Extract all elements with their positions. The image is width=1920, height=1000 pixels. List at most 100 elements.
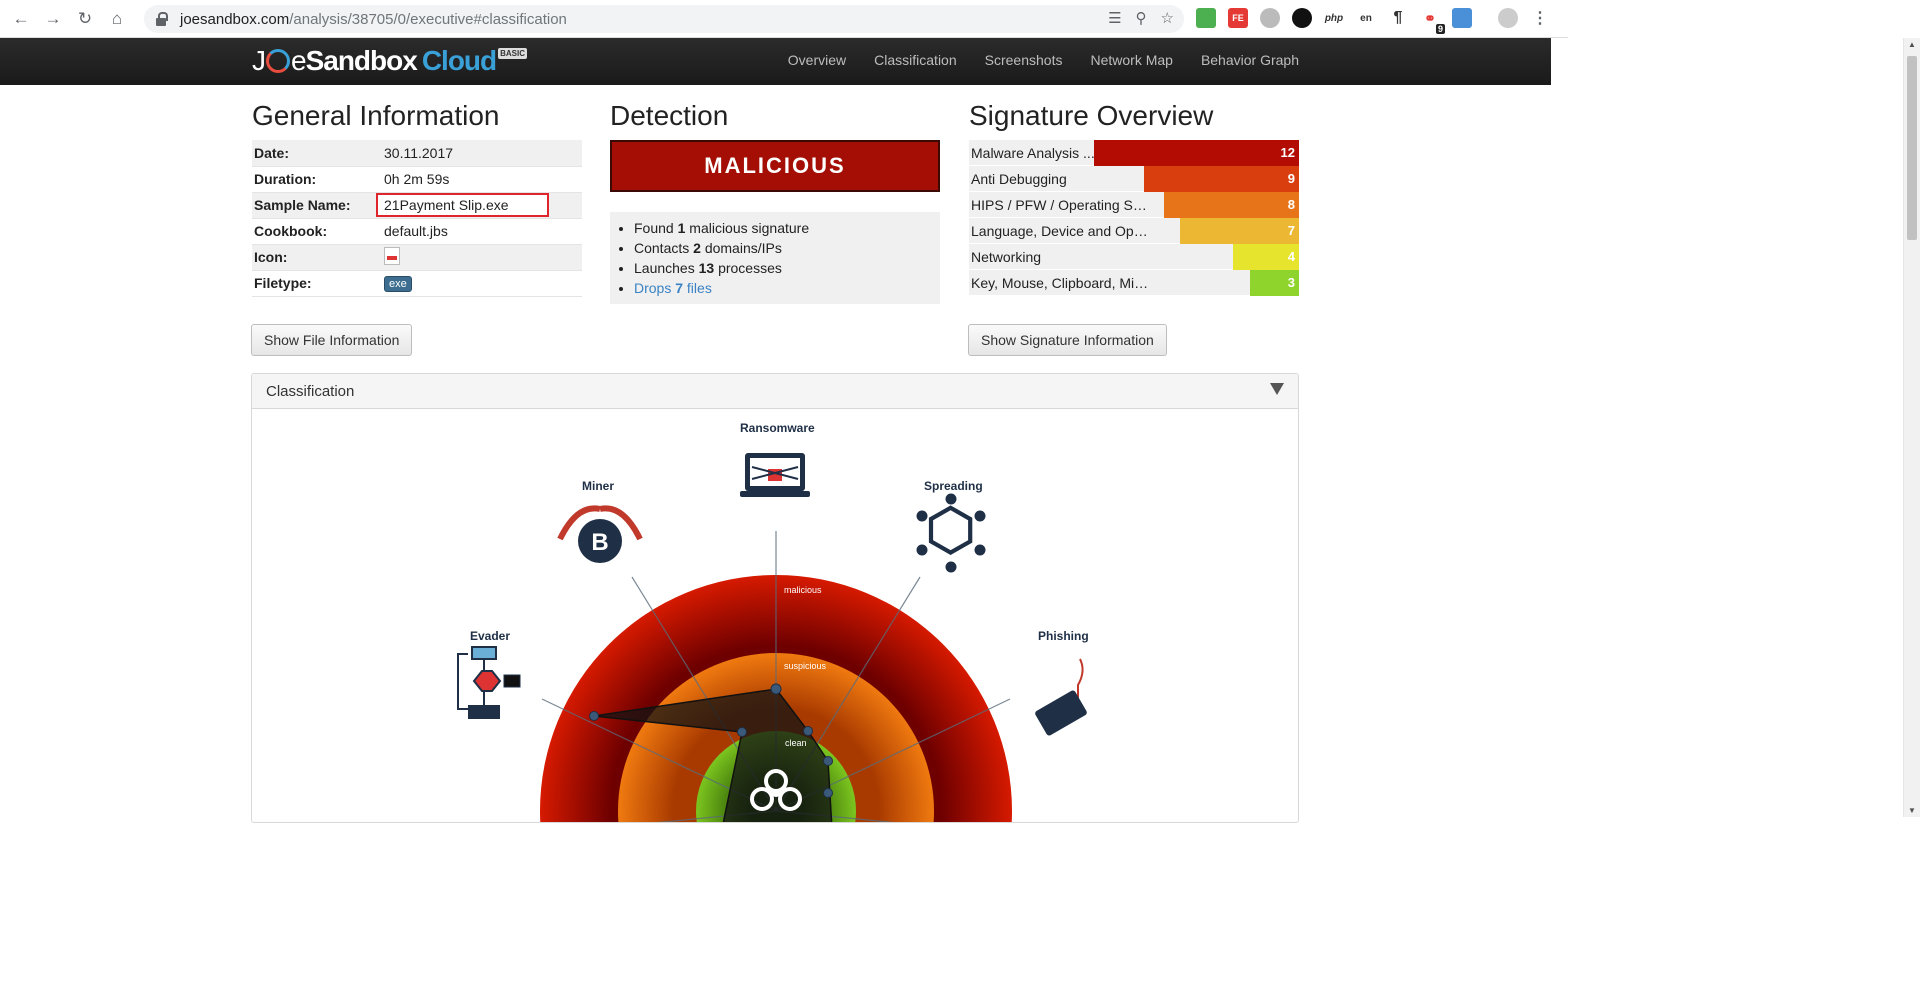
page-scrollbar[interactable]: ▲ ▼: [1903, 38, 1920, 817]
extension-google-icon[interactable]: [1196, 8, 1216, 28]
table-row: Filetype: exe: [252, 270, 582, 297]
scroll-thumb[interactable]: [1907, 56, 1917, 240]
reload-icon[interactable]: ↻: [72, 6, 98, 32]
show-signature-information-button[interactable]: Show Signature Information: [968, 324, 1167, 356]
duration-key: Duration:: [252, 166, 382, 193]
list-item: Launches 13 processes: [634, 258, 940, 278]
extension-badge-count: 9: [1435, 24, 1445, 34]
logo-sandbox: Sandbox: [305, 45, 418, 76]
forward-arrow-icon[interactable]: →: [40, 6, 66, 32]
miner-bitcoin-icon: B: [557, 505, 643, 563]
table-row: Cookbook: default.jbs: [252, 218, 582, 245]
date-value: 30.11.2017: [382, 140, 582, 167]
zoom-icon[interactable]: ⚲: [1136, 9, 1147, 27]
date-key: Date:: [252, 140, 382, 167]
detection-section: Detection MALICIOUS Found 1 malicious si…: [610, 100, 940, 304]
signature-label: Key, Mouse, Clipboard, Microphone and Sc…: [971, 275, 1151, 291]
detection-title: Detection: [610, 100, 729, 131]
nav-screenshots[interactable]: Screenshots: [985, 52, 1063, 68]
classification-radar: B: [457, 453, 1087, 822]
detect-text: domains/IPs: [700, 240, 782, 256]
extension-circle-icon[interactable]: [1292, 8, 1312, 28]
signature-row[interactable]: Malware Analysis ... 12: [969, 140, 1299, 166]
browser-toolbar: ← → ↻ ⌂ joesandbox.com/analysis/38705/0/…: [0, 0, 1568, 38]
logo-cloud: Cloud: [421, 45, 497, 76]
ransomware-label: Ransomware: [740, 421, 815, 435]
extension-pilcrow-icon[interactable]: ¶: [1388, 8, 1408, 28]
url-host: joesandbox.com: [180, 10, 290, 28]
home-icon[interactable]: ⌂: [104, 6, 130, 32]
scroll-down-arrow-icon[interactable]: ▼: [1908, 806, 1916, 815]
classification-graph: B Ransomware Miner Spreading Evader Phis…: [252, 409, 1298, 822]
detect-count: 2: [693, 240, 701, 256]
duration-value: 0h 2m 59s: [382, 166, 582, 193]
signature-label: Language, Device and Operating ...: [971, 223, 1151, 239]
nav-behavior-graph[interactable]: Behavior Graph: [1201, 52, 1299, 68]
miner-label: Miner: [582, 479, 615, 493]
detect-count: 13: [698, 260, 715, 276]
signature-count: 7: [1287, 223, 1295, 238]
joe-sandbox-logo[interactable]: Je Sandbox Cloud BASIC: [252, 45, 528, 76]
list-item: Contacts 2 domains/IPs: [634, 238, 940, 258]
bookmark-star-icon[interactable]: ☆: [1161, 9, 1174, 27]
extension-fe-icon[interactable]: FE: [1228, 8, 1248, 28]
nav-classification[interactable]: Classification: [874, 52, 956, 68]
evader-flow-icon: [457, 646, 521, 719]
sample-name-value: 21Payment Slip.exe: [376, 193, 549, 217]
signature-row[interactable]: Networking 4: [969, 244, 1299, 270]
logo-o-icon: [266, 49, 290, 73]
icon-key: Icon:: [252, 244, 382, 271]
extension-grid-icon[interactable]: [1452, 8, 1472, 28]
cookbook-value: default.jbs: [382, 218, 582, 245]
clean-ring-label: clean: [785, 738, 807, 748]
signature-row[interactable]: Language, Device and Operating ... 7: [969, 218, 1299, 244]
signature-bar: [1143, 166, 1299, 192]
extension-gear-icon[interactable]: [1260, 8, 1280, 28]
show-file-information-button[interactable]: Show File Information: [251, 324, 413, 356]
nav-network-map[interactable]: Network Map: [1090, 52, 1172, 68]
detect-text: malicious signature: [685, 220, 810, 236]
detect-text: Contacts: [634, 240, 694, 256]
address-bar[interactable]: joesandbox.com/analysis/38705/0/executiv…: [144, 5, 1184, 33]
general-information-title: General Information: [252, 100, 500, 131]
signature-list: Malware Analysis ... 12 Anti Debugging 9 HIP…: [969, 140, 1299, 296]
table-row: Date: 30.11.2017: [252, 140, 582, 167]
site-header: Je Sandbox Cloud BASIC Overview Classificat…: [0, 38, 1551, 85]
classification-panel-title: Classification: [266, 382, 355, 400]
signature-label: Networking: [971, 249, 1042, 265]
signature-label: Anti Debugging: [971, 171, 1067, 187]
signature-row[interactable]: HIPS / PFW / Operating Syste... 8: [969, 192, 1299, 218]
signature-label: HIPS / PFW / Operating Syste...: [971, 197, 1151, 213]
detect-text: processes: [714, 260, 782, 276]
extension-en-icon[interactable]: en: [1356, 8, 1376, 28]
drops-files-link[interactable]: Drops 7 files: [634, 280, 712, 296]
svg-text:B: B: [591, 529, 608, 556]
sample-name-key: Sample Name:: [252, 192, 382, 219]
signature-bar: [1180, 218, 1299, 244]
malicious-ring-label: malicious: [784, 585, 822, 595]
list-item: Drops 7 files: [634, 278, 940, 298]
verdict-badge: MALICIOUS: [610, 140, 940, 192]
translate-icon[interactable]: ☰: [1108, 9, 1121, 27]
nav-overview[interactable]: Overview: [788, 52, 846, 68]
scroll-up-arrow-icon[interactable]: ▲: [1908, 40, 1916, 49]
detect-text: Launches: [634, 260, 699, 276]
logo-e: e: [291, 45, 307, 76]
signature-row[interactable]: Anti Debugging 9: [969, 166, 1299, 192]
spreading-virus-icon: [916, 493, 986, 573]
back-arrow-icon[interactable]: ←: [8, 6, 34, 32]
profile-avatar-icon[interactable]: [1498, 8, 1518, 28]
classification-panel-header[interactable]: Classification: [252, 374, 1298, 409]
menu-icon[interactable]: ⋮: [1530, 8, 1550, 28]
extension-php-icon[interactable]: php: [1324, 8, 1344, 28]
filetype-badge: exe: [384, 276, 412, 292]
classification-panel: Classification B Ransomware Miner Spread…: [251, 373, 1299, 823]
extension-badge-icon[interactable]: ⚭ 9: [1420, 8, 1445, 34]
collapse-caret-icon[interactable]: [1270, 383, 1284, 395]
general-info-table: Date: 30.11.2017 Duration: 0h 2m 59s Sampl…: [252, 140, 582, 297]
evader-label: Evader: [470, 629, 511, 643]
signature-row[interactable]: Key, Mouse, Clipboard, Microphone and Sc…: [969, 270, 1299, 296]
table-row: Sample Name: 21Payment Slip.exe: [252, 192, 582, 219]
table-row: Icon:: [252, 244, 582, 271]
signature-overview-section: Signature Overview Malware Analysis ... 1…: [969, 100, 1299, 296]
